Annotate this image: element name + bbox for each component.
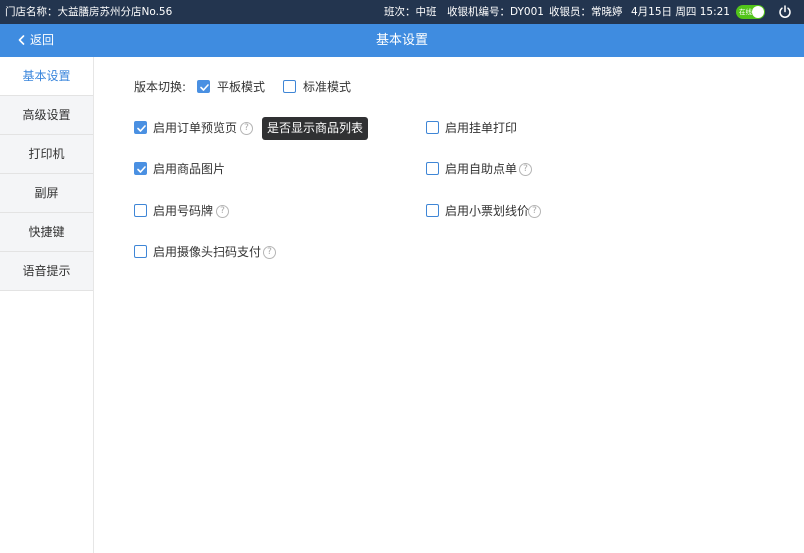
store-name: 门店名称：大益膳房苏州分店No.56 — [5, 6, 173, 18]
check-icon — [200, 84, 209, 91]
order-preview-checkbox[interactable] — [134, 121, 147, 134]
datetime: 4月15日 周四 15:21 — [631, 6, 730, 18]
check-icon — [137, 166, 146, 173]
tooltip: 是否显示商品列表 — [262, 117, 368, 140]
nav-bar: 基本设置 返回 — [0, 24, 804, 57]
register-id: 收银机编号：DY001 — [447, 6, 544, 18]
toggle-knob — [752, 6, 764, 18]
standard-mode-label[interactable]: 标准模式 — [303, 80, 351, 94]
hang-print-checkbox[interactable] — [426, 121, 439, 134]
sidebar-item-basic-settings[interactable]: 基本设置 — [0, 57, 93, 96]
strike-price-checkbox[interactable] — [426, 204, 439, 217]
page-title: 基本设置 — [375, 33, 428, 48]
sidebar-item-printer[interactable]: 打印机 — [0, 135, 93, 174]
sidebar-item-voice-prompts[interactable]: 语音提示 — [0, 252, 93, 291]
help-icon[interactable]: ? — [528, 205, 541, 218]
self-order-label[interactable]: 启用自助点单 — [445, 162, 517, 176]
chevron-left-icon — [18, 35, 25, 45]
camera-pay-label[interactable]: 启用摄像头扫码支付 — [153, 245, 261, 259]
product-image-label[interactable]: 启用商品图片 — [153, 162, 225, 176]
number-plate-label[interactable]: 启用号码牌 — [153, 204, 213, 218]
version-switch-label: 版本切换: — [134, 80, 187, 94]
online-toggle[interactable]: 在线 — [736, 5, 765, 19]
help-icon[interactable]: ? — [263, 246, 276, 259]
sidebar: 基本设置 高级设置 打印机 副屏 快捷键 语音提示 — [0, 57, 94, 553]
shift-info: 班次：中班 — [384, 6, 437, 18]
help-icon[interactable]: ? — [216, 205, 229, 218]
sidebar-item-secondary-screen[interactable]: 副屏 — [0, 174, 93, 213]
help-icon[interactable]: ? — [519, 163, 532, 176]
hang-print-label[interactable]: 启用挂单打印 — [445, 121, 517, 135]
power-icon[interactable] — [778, 5, 792, 19]
standard-mode-checkbox[interactable] — [283, 80, 296, 93]
order-preview-label[interactable]: 启用订单预览页 — [153, 121, 237, 135]
sidebar-item-advanced-settings[interactable]: 高级设置 — [0, 96, 93, 135]
product-image-checkbox[interactable] — [134, 162, 147, 175]
camera-pay-checkbox[interactable] — [134, 245, 147, 258]
sidebar-item-shortcuts[interactable]: 快捷键 — [0, 213, 93, 252]
tablet-mode-checkbox[interactable] — [197, 80, 210, 93]
check-icon — [137, 125, 146, 132]
online-label: 在线 — [739, 8, 752, 16]
self-order-checkbox[interactable] — [426, 162, 439, 175]
back-button[interactable]: 返回 — [18, 24, 54, 57]
help-icon[interactable]: ? — [240, 122, 253, 135]
cashier-name: 收银员：常晓婷 — [549, 6, 623, 18]
number-plate-checkbox[interactable] — [134, 204, 147, 217]
status-bar: 门店名称：大益膳房苏州分店No.56 班次：中班 收银机编号：DY001 收银员… — [0, 0, 804, 24]
tablet-mode-label[interactable]: 平板模式 — [217, 80, 265, 94]
back-label: 返回 — [30, 33, 55, 47]
strike-price-label[interactable]: 启用小票划线价 — [445, 204, 529, 218]
